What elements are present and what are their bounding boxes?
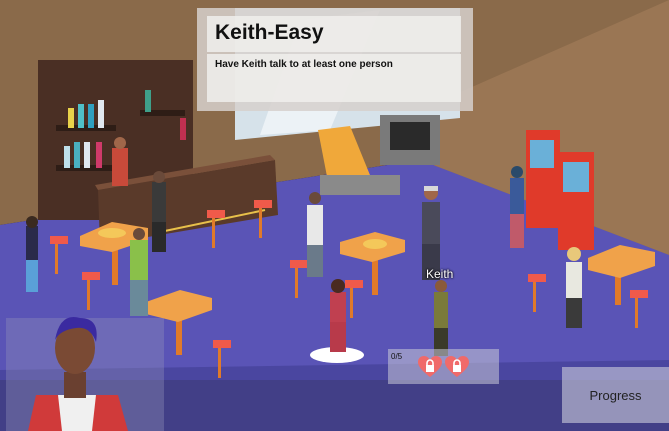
quest-panel: Keith-Easy Have Keith talk to at least o…: [197, 8, 473, 111]
progress-button-label: Progress: [589, 387, 642, 403]
character-arcade-player: [510, 166, 524, 248]
locked-heart-icon: [418, 356, 442, 377]
shelf-board-1: [56, 125, 116, 131]
character-bar-patron: [152, 171, 166, 252]
character-bartender: [112, 137, 128, 186]
quest-description-box: Have Keith talk to at least one person: [207, 54, 461, 102]
locked-heart-icon: [445, 356, 469, 377]
npc-name-label: Keith: [426, 267, 454, 281]
hearts-count: 0/5: [391, 352, 403, 361]
character-green: [130, 228, 148, 316]
quest-title-box: Keith-Easy: [207, 16, 461, 52]
character-left-wall: [26, 216, 38, 292]
quest-title: Keith-Easy: [215, 21, 324, 44]
progress-button[interactable]: Progress: [562, 367, 669, 423]
relationship-hearts-panel: 0/5: [388, 349, 499, 384]
quest-description: Have Keith talk to at least one person: [215, 59, 393, 70]
